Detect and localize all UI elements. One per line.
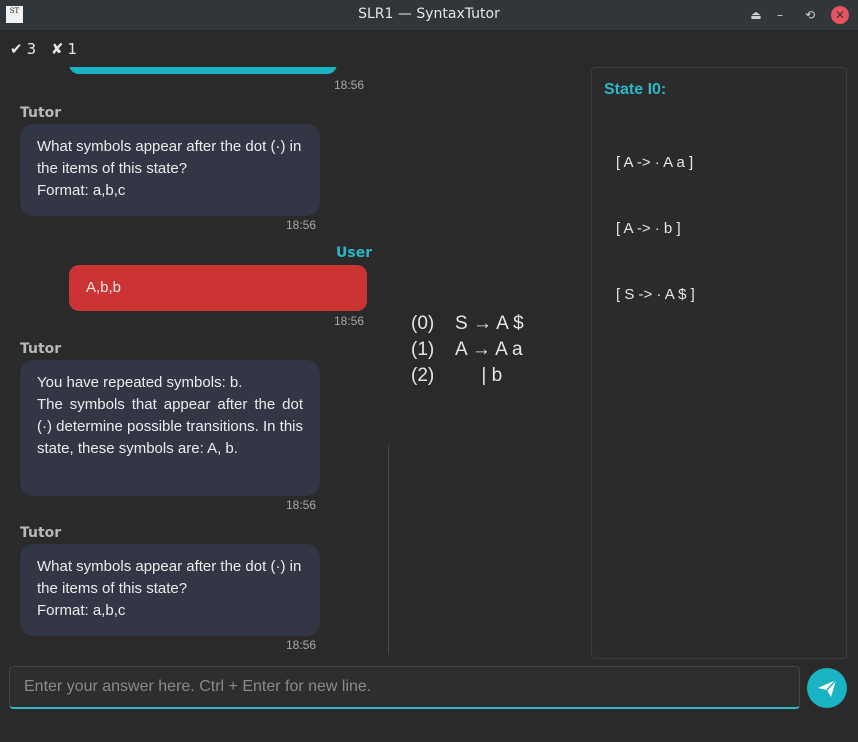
state-item: [ S -> · A $ ] bbox=[616, 286, 695, 303]
message-time: 18:56 bbox=[286, 498, 317, 512]
tutor-message: What symbols appear after the dot (·) in… bbox=[20, 544, 320, 636]
title-bar: ST SLR1 — SyntaxTutor ⏏ – ⟲ ✕ bbox=[0, 0, 858, 31]
grammar-rule: (2) | b bbox=[411, 365, 561, 391]
message-time: 18:56 bbox=[286, 218, 317, 232]
state-items: [ A -> · A a ] [ A -> · b ] [ S -> · A $… bbox=[616, 108, 695, 350]
message-sender: User bbox=[336, 245, 373, 261]
state-item: [ A -> · A a ] bbox=[616, 154, 694, 171]
rule-production: | b bbox=[455, 365, 503, 386]
state-panel: State I0: [ A -> · A a ] [ A -> · b ] [ … bbox=[591, 67, 847, 659]
tutor-message: You have repeated symbols: b. The symbol… bbox=[20, 360, 320, 496]
message-sender: Tutor bbox=[20, 341, 62, 357]
user-message: A,b,b bbox=[69, 265, 367, 311]
answer-input[interactable] bbox=[9, 666, 800, 709]
chat-panel[interactable]: 18:56 Tutor What symbols appear after th… bbox=[9, 67, 389, 659]
correct-count: 3 bbox=[26, 40, 37, 58]
window-title: SLR1 — SyntaxTutor bbox=[358, 6, 500, 22]
wrong-count: 1 bbox=[67, 40, 78, 58]
minimize-icon[interactable]: – bbox=[771, 6, 789, 24]
message-time: 18:56 bbox=[334, 314, 365, 328]
send-button[interactable] bbox=[807, 668, 847, 708]
chat-scrollbar-thumb[interactable] bbox=[388, 443, 389, 657]
wrong-icon: ✘ bbox=[50, 40, 64, 58]
rule-number: (0) bbox=[411, 313, 435, 334]
message-time: 18:56 bbox=[286, 638, 317, 652]
rule-production: S → A $ bbox=[455, 313, 524, 334]
message-time: 18:56 bbox=[334, 78, 365, 92]
grammar-rules: (0) S → A $ (1) A → A a (2) | b bbox=[411, 313, 561, 391]
user-bubble-partial bbox=[69, 67, 337, 74]
restore-icon[interactable]: ⟲ bbox=[801, 6, 819, 24]
correct-icon: ✔ bbox=[10, 40, 23, 58]
rule-number: (1) bbox=[411, 339, 435, 360]
grammar-rule: (1) A → A a bbox=[411, 339, 561, 365]
message-sender: Tutor bbox=[20, 525, 62, 541]
state-item: [ A -> · b ] bbox=[616, 220, 681, 237]
rule-production: A → A a bbox=[455, 339, 523, 360]
close-icon[interactable]: ✕ bbox=[831, 6, 849, 24]
state-title: State I0: bbox=[604, 81, 667, 98]
keep-above-icon[interactable]: ⏏ bbox=[747, 6, 765, 24]
message-sender: Tutor bbox=[20, 105, 62, 121]
score-bar: ✔ 3 ✘ 1 bbox=[10, 40, 81, 58]
tutor-message: What symbols appear after the dot (·) in… bbox=[20, 124, 320, 216]
rule-number: (2) bbox=[411, 365, 435, 386]
send-icon bbox=[818, 679, 837, 697]
grammar-rule: (0) S → A $ bbox=[411, 313, 561, 339]
